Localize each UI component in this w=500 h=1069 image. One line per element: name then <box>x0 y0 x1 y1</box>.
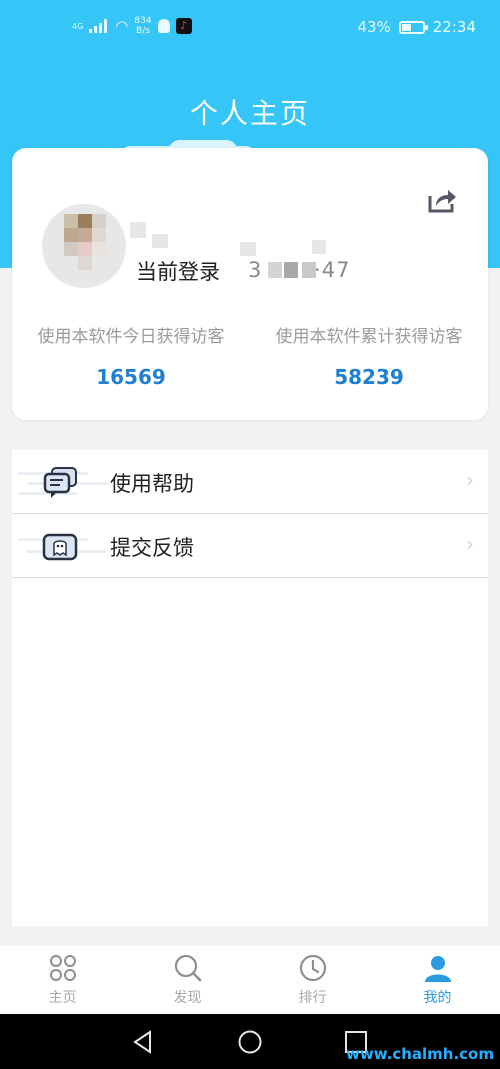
signal-icon <box>89 19 109 33</box>
feedback-ghost-icon <box>42 533 78 561</box>
nav-tab-discover[interactable]: 发现 <box>125 946 250 1014</box>
total-visitors-count: 58239 <box>334 365 404 389</box>
nav-tab-home[interactable]: 主页 <box>0 946 125 1014</box>
account-mosaic <box>284 262 298 278</box>
page-title: 个人主页 <box>189 97 310 130</box>
total-visitors-label: 使用本软件累计获得访客 <box>275 327 463 347</box>
avatar[interactable] <box>42 204 126 288</box>
home-circle-icon[interactable] <box>237 1029 263 1055</box>
grid-circles-icon <box>49 955 76 981</box>
search-icon <box>174 954 201 982</box>
name-mosaic <box>312 240 326 254</box>
status-left: 4G ◠ 834 B/s ♪ <box>72 16 192 36</box>
nav-tab-ranking[interactable]: 排行 <box>250 946 375 1014</box>
profile-card: 当前登录 3 ··47 使用本软件今日获得访客 16569 使用本软件累计获得访… <box>12 148 488 420</box>
login-account: 3 ··47 <box>248 258 351 282</box>
menu-item-feedback-label: 提交反馈 <box>110 536 194 560</box>
network-type: 4G <box>72 21 84 31</box>
total-visitors-stat: 使用本软件累计获得访客 58239 <box>250 322 488 389</box>
user-icon <box>424 956 451 982</box>
menu-item-help[interactable]: 使用帮助 › <box>12 450 488 514</box>
battery-percent: 43% <box>357 18 391 36</box>
name-mosaic <box>240 242 256 256</box>
menu-item-help-label: 使用帮助 <box>110 472 194 496</box>
tiktok-icon: ♪ <box>175 18 192 34</box>
account-mosaic <box>268 262 282 278</box>
wifi-icon: ◠ <box>115 17 129 35</box>
network-speed: 834 B/s <box>134 16 151 36</box>
nav-tab-home-label: 主页 <box>48 990 77 1006</box>
today-visitors-count: 16569 <box>96 365 166 389</box>
speed-value: 834 <box>134 16 152 26</box>
nav-tab-mine[interactable]: 我的 <box>375 946 500 1014</box>
watermark: www.chalmh.com <box>346 1045 494 1063</box>
today-visitors-label: 使用本软件今日获得访客 <box>37 327 225 347</box>
today-visitors-stat: 使用本软件今日获得访客 16569 <box>12 322 250 389</box>
nav-tab-mine-label: 我的 <box>423 990 452 1006</box>
battery-icon <box>398 20 428 34</box>
bottom-nav: 主页 发现 排行 我的 <box>0 946 500 1014</box>
back-icon[interactable] <box>130 1029 156 1055</box>
share-icon[interactable] <box>426 186 458 214</box>
system-navigation-bar: www.chalmh.com <box>0 1014 500 1069</box>
speed-unit: B/s <box>136 26 150 36</box>
name-mosaic <box>152 234 168 248</box>
nav-tab-discover-label: 发现 <box>173 990 202 1006</box>
status-bar: 4G ◠ 834 B/s ♪ 43% 22:34 <box>0 0 500 56</box>
chevron-right-icon: › <box>466 532 474 556</box>
login-label: 当前登录 <box>136 260 220 284</box>
nav-tab-ranking-label: 排行 <box>298 990 327 1006</box>
clock-time: 22:34 <box>432 18 476 36</box>
chat-bubble-icon <box>43 467 77 498</box>
menu-item-feedback[interactable]: 提交反馈 › <box>12 514 488 578</box>
menu-list: 使用帮助 › 提交反馈 › <box>12 450 488 926</box>
qq-icon <box>157 19 170 33</box>
chevron-right-icon: › <box>466 468 474 492</box>
clock-icon <box>299 954 326 982</box>
name-mosaic <box>130 222 146 238</box>
account-mosaic <box>302 262 316 278</box>
status-right: 43% 22:34 <box>357 18 476 36</box>
